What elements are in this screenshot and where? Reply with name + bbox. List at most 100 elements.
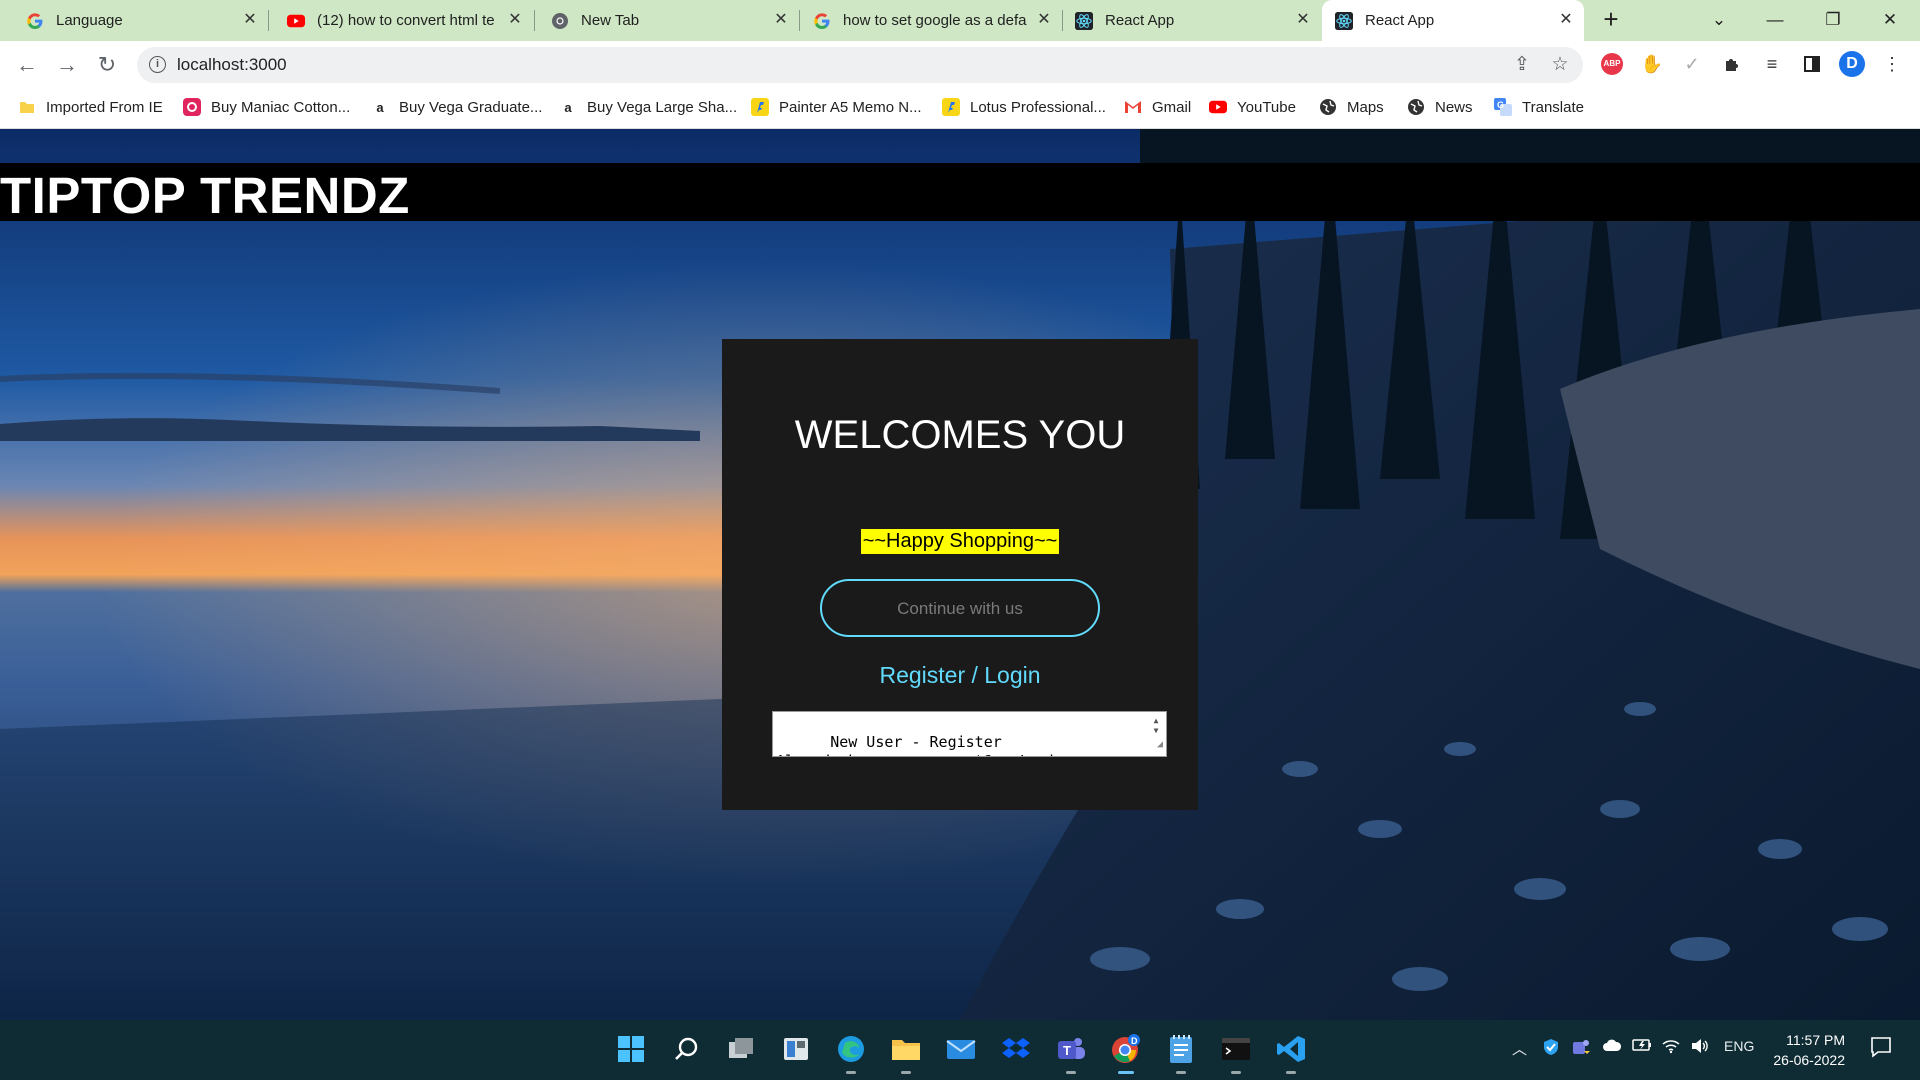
volume-icon[interactable] [1690, 1038, 1710, 1058]
bookmark-painter-a5-memo[interactable]: Painter A5 Memo N... [751, 89, 922, 125]
windows-start-icon[interactable] [612, 1030, 650, 1068]
bookmark-translate[interactable]: G Translate [1494, 89, 1584, 125]
media-queue-icon[interactable]: ≡ [1758, 50, 1786, 78]
minimize-icon[interactable]: — [1757, 6, 1793, 34]
bookmark-label: Translate [1522, 98, 1584, 116]
forward-arrow-icon[interactable]: → [53, 51, 81, 79]
back-arrow-icon[interactable]: ← [13, 51, 41, 79]
bookmark-news[interactable]: News [1407, 89, 1473, 125]
bookmark-label: Gmail [1152, 98, 1192, 116]
running-indicator [846, 1071, 856, 1074]
wifi-icon[interactable] [1662, 1038, 1680, 1058]
adblock-plus-icon[interactable]: ABP [1598, 50, 1626, 78]
mail-icon[interactable] [942, 1030, 980, 1068]
terminal-icon[interactable] [1217, 1030, 1255, 1074]
close-icon[interactable]: ✕ [507, 12, 523, 28]
bookmark-label: Buy Vega Graduate... [399, 98, 543, 116]
new-tab-plus-icon[interactable]: + [1597, 6, 1625, 34]
vscode-icon[interactable] [1272, 1030, 1310, 1074]
bookmark-label: Buy Vega Large Sha... [587, 98, 738, 116]
translate-icon: G [1494, 98, 1512, 116]
register-login-textarea[interactable]: New User - Register Already have an acco… [772, 711, 1167, 757]
textarea-content: New User - Register Already have an acco… [776, 733, 1065, 756]
bookmark-buy-vega-graduate[interactable]: a Buy Vega Graduate... [371, 89, 542, 125]
close-icon[interactable]: ✕ [1295, 12, 1311, 28]
globe-icon [1319, 98, 1337, 116]
close-icon[interactable]: ✕ [1036, 12, 1052, 28]
side-panel-icon[interactable] [1798, 50, 1826, 78]
youtube-icon [1209, 98, 1227, 116]
running-indicator [1066, 1071, 1076, 1074]
teams-icon[interactable]: T [1052, 1030, 1090, 1074]
running-indicator [901, 1071, 911, 1074]
bookmark-maps[interactable]: Maps [1319, 89, 1384, 125]
bookmark-star-icon[interactable]: ☆ [1549, 54, 1571, 76]
tagline-highlight: ~~Happy Shopping~~ [860, 529, 1060, 554]
show-hidden-icons-chevron-icon[interactable]: ︿ [1512, 1038, 1527, 1059]
bookmark-imported-from-ie[interactable]: Imported From IE [18, 89, 163, 125]
restore-icon[interactable]: ❐ [1815, 6, 1851, 34]
url-text[interactable]: localhost:3000 [177, 55, 287, 75]
tab-language[interactable]: Language ✕ [0, 0, 268, 41]
teams-tray-icon[interactable] [1572, 1038, 1590, 1060]
edge-browser-icon[interactable] [832, 1030, 870, 1074]
bookmark-youtube[interactable]: YouTube [1209, 89, 1296, 125]
bookmark-lotus-professional[interactable]: Lotus Professional... [942, 89, 1106, 125]
notepad-icon[interactable] [1162, 1030, 1200, 1074]
site-header: TIPTOP TRENDZ [0, 163, 1920, 224]
brand-logo-text[interactable]: TIPTOP TRENDZ [0, 166, 410, 225]
bookmark-buy-maniac-cotton[interactable]: Buy Maniac Cotton... [183, 89, 350, 125]
tab-new-tab[interactable]: New Tab ✕ [535, 0, 799, 41]
tab-react-app-active[interactable]: React App ✕ [1322, 0, 1584, 41]
reload-icon[interactable]: ↻ [93, 51, 121, 79]
share-icon[interactable]: ⇪ [1511, 54, 1533, 76]
security-shield-icon[interactable] [1542, 1038, 1560, 1060]
chrome-taskbar-icon[interactable]: D [1107, 1030, 1145, 1074]
site-info-icon[interactable]: i [149, 56, 166, 73]
continue-button[interactable]: Continue with us [820, 579, 1100, 637]
tab-google-search[interactable]: how to set google as a defa ✕ [800, 0, 1062, 41]
address-bar[interactable]: i localhost:3000 ⇪ ☆ [137, 47, 1583, 83]
close-icon[interactable]: ✕ [1558, 12, 1574, 28]
tab-react-app[interactable]: React App ✕ [1063, 0, 1321, 41]
running-indicator [1231, 1071, 1241, 1074]
running-indicator [1286, 1071, 1296, 1074]
bookmarks-bar: Imported From IE Buy Maniac Cotton... a … [0, 89, 1920, 129]
browser-toolbar: ← → ↻ i localhost:3000 ⇪ ☆ ABP ✋ ✓ ≡ D ⋮ [0, 41, 1920, 89]
register-login-link[interactable]: Register / Login [722, 662, 1198, 689]
checkmark-extension-icon[interactable]: ✓ [1678, 50, 1706, 78]
search-icon[interactable] [667, 1030, 705, 1068]
widgets-icon[interactable] [777, 1030, 815, 1068]
tab-title: React App [1105, 12, 1175, 29]
profile-avatar[interactable]: D [1838, 50, 1866, 78]
close-icon[interactable]: ✕ [773, 12, 789, 28]
hand-extension-icon[interactable]: ✋ [1638, 50, 1666, 78]
welcome-heading: WELCOMES YOU [794, 413, 1126, 457]
svg-text:G: G [1497, 100, 1504, 110]
extensions-puzzle-icon[interactable] [1718, 50, 1746, 78]
input-language-indicator[interactable]: ENG [1724, 1038, 1754, 1054]
resize-grip-icon[interactable]: ◢ [1157, 735, 1163, 754]
bookmark-buy-vega-large[interactable]: a Buy Vega Large Sha... [559, 89, 737, 125]
task-view-icon[interactable] [722, 1030, 760, 1068]
tab-title: how to set google as a defa [843, 12, 1027, 29]
dropbox-icon[interactable] [997, 1030, 1035, 1068]
close-icon[interactable]: ✕ [242, 12, 258, 28]
taskbar-clock[interactable]: 11:57 PM 26-06-2022 [1765, 1030, 1845, 1070]
window-close-icon[interactable]: ✕ [1872, 6, 1908, 34]
clock-date: 26-06-2022 [1773, 1052, 1845, 1068]
chrome-icon [551, 12, 569, 30]
bookmark-gmail[interactable]: Gmail [1124, 89, 1191, 125]
google-g-icon [813, 12, 831, 30]
battery-charging-icon[interactable] [1632, 1038, 1652, 1056]
chrome-menu-icon[interactable]: ⋮ [1878, 50, 1906, 78]
running-indicator [1118, 1071, 1134, 1074]
windows-taskbar: T D ︿ ENG 11:57 PM 26-06-2022 [0, 1020, 1920, 1080]
tab-search-chevron-icon[interactable]: ⌄ [1701, 6, 1737, 34]
bookmark-label: Maps [1347, 98, 1384, 116]
onedrive-cloud-icon[interactable] [1602, 1038, 1622, 1056]
file-explorer-icon[interactable] [887, 1030, 925, 1074]
page-viewport: TIPTOP TRENDZ WELCOMES YOU ~~Happy Shopp… [0, 129, 1920, 1020]
tab-youtube[interactable]: (12) how to convert html te ✕ [269, 0, 533, 41]
notification-center-icon[interactable] [1870, 1036, 1892, 1062]
